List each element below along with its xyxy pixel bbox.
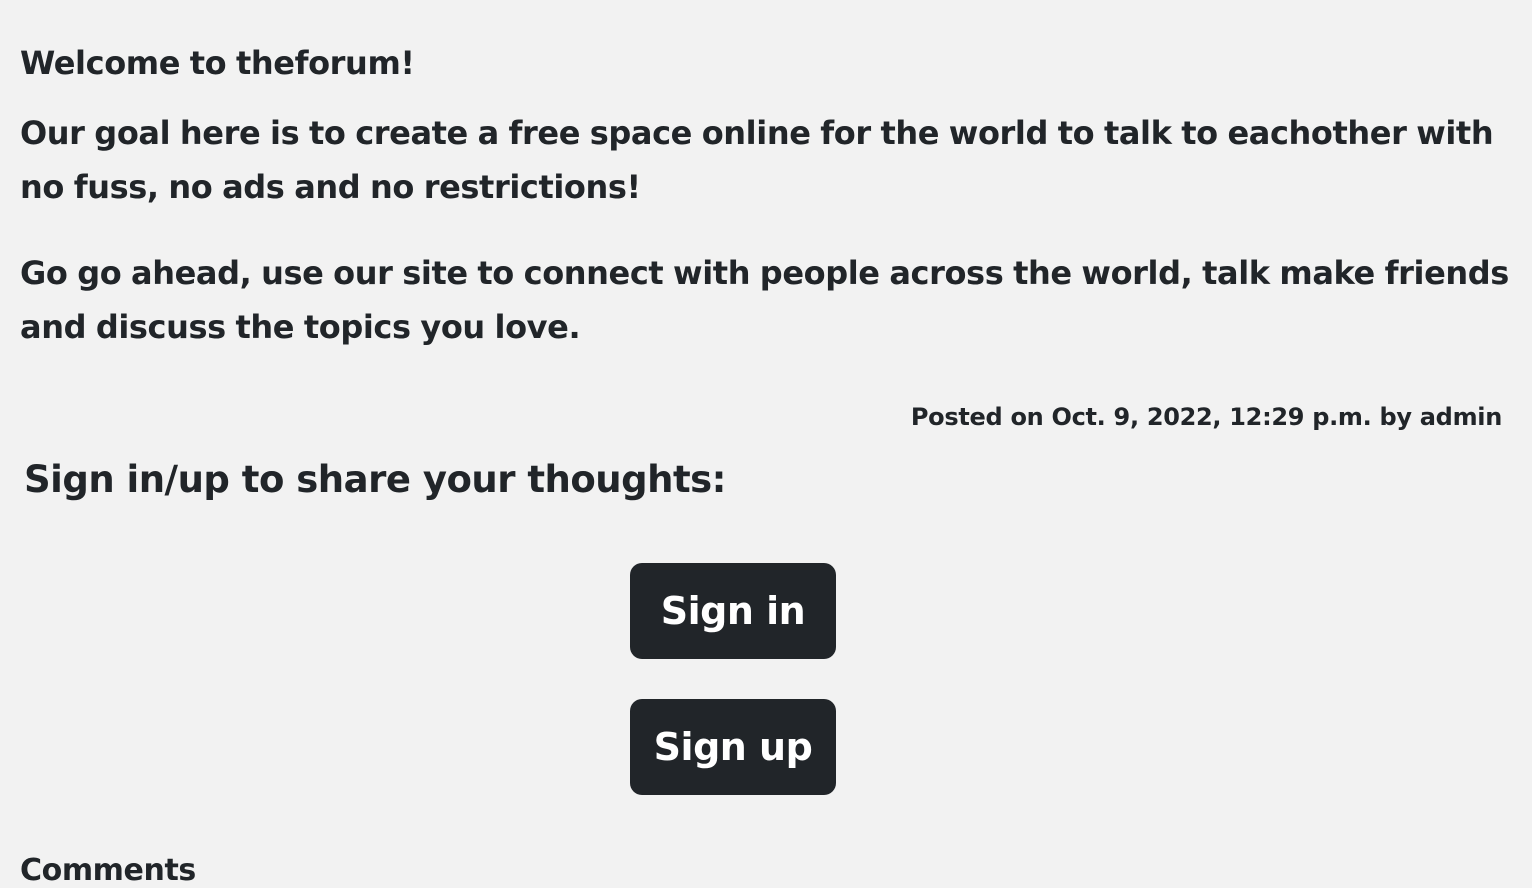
comments-heading: Comments [20, 853, 196, 888]
post-paragraph: Welcome to theforum! [20, 44, 415, 82]
post-paragraph: Our goal here is to create a free space … [20, 114, 1494, 206]
sign-up-button[interactable]: Sign up [630, 699, 836, 795]
post-meta: Posted on Oct. 9, 2022, 12:29 p.m. by ad… [910, 403, 1502, 431]
share-prompt: Sign in/up to share your thoughts: [24, 458, 726, 501]
post-paragraph: Go go ahead, use our site to connect wit… [20, 254, 1509, 346]
post-body: Welcome to theforum! Our goal here is to… [20, 36, 1510, 354]
sign-in-button[interactable]: Sign in [630, 563, 836, 659]
